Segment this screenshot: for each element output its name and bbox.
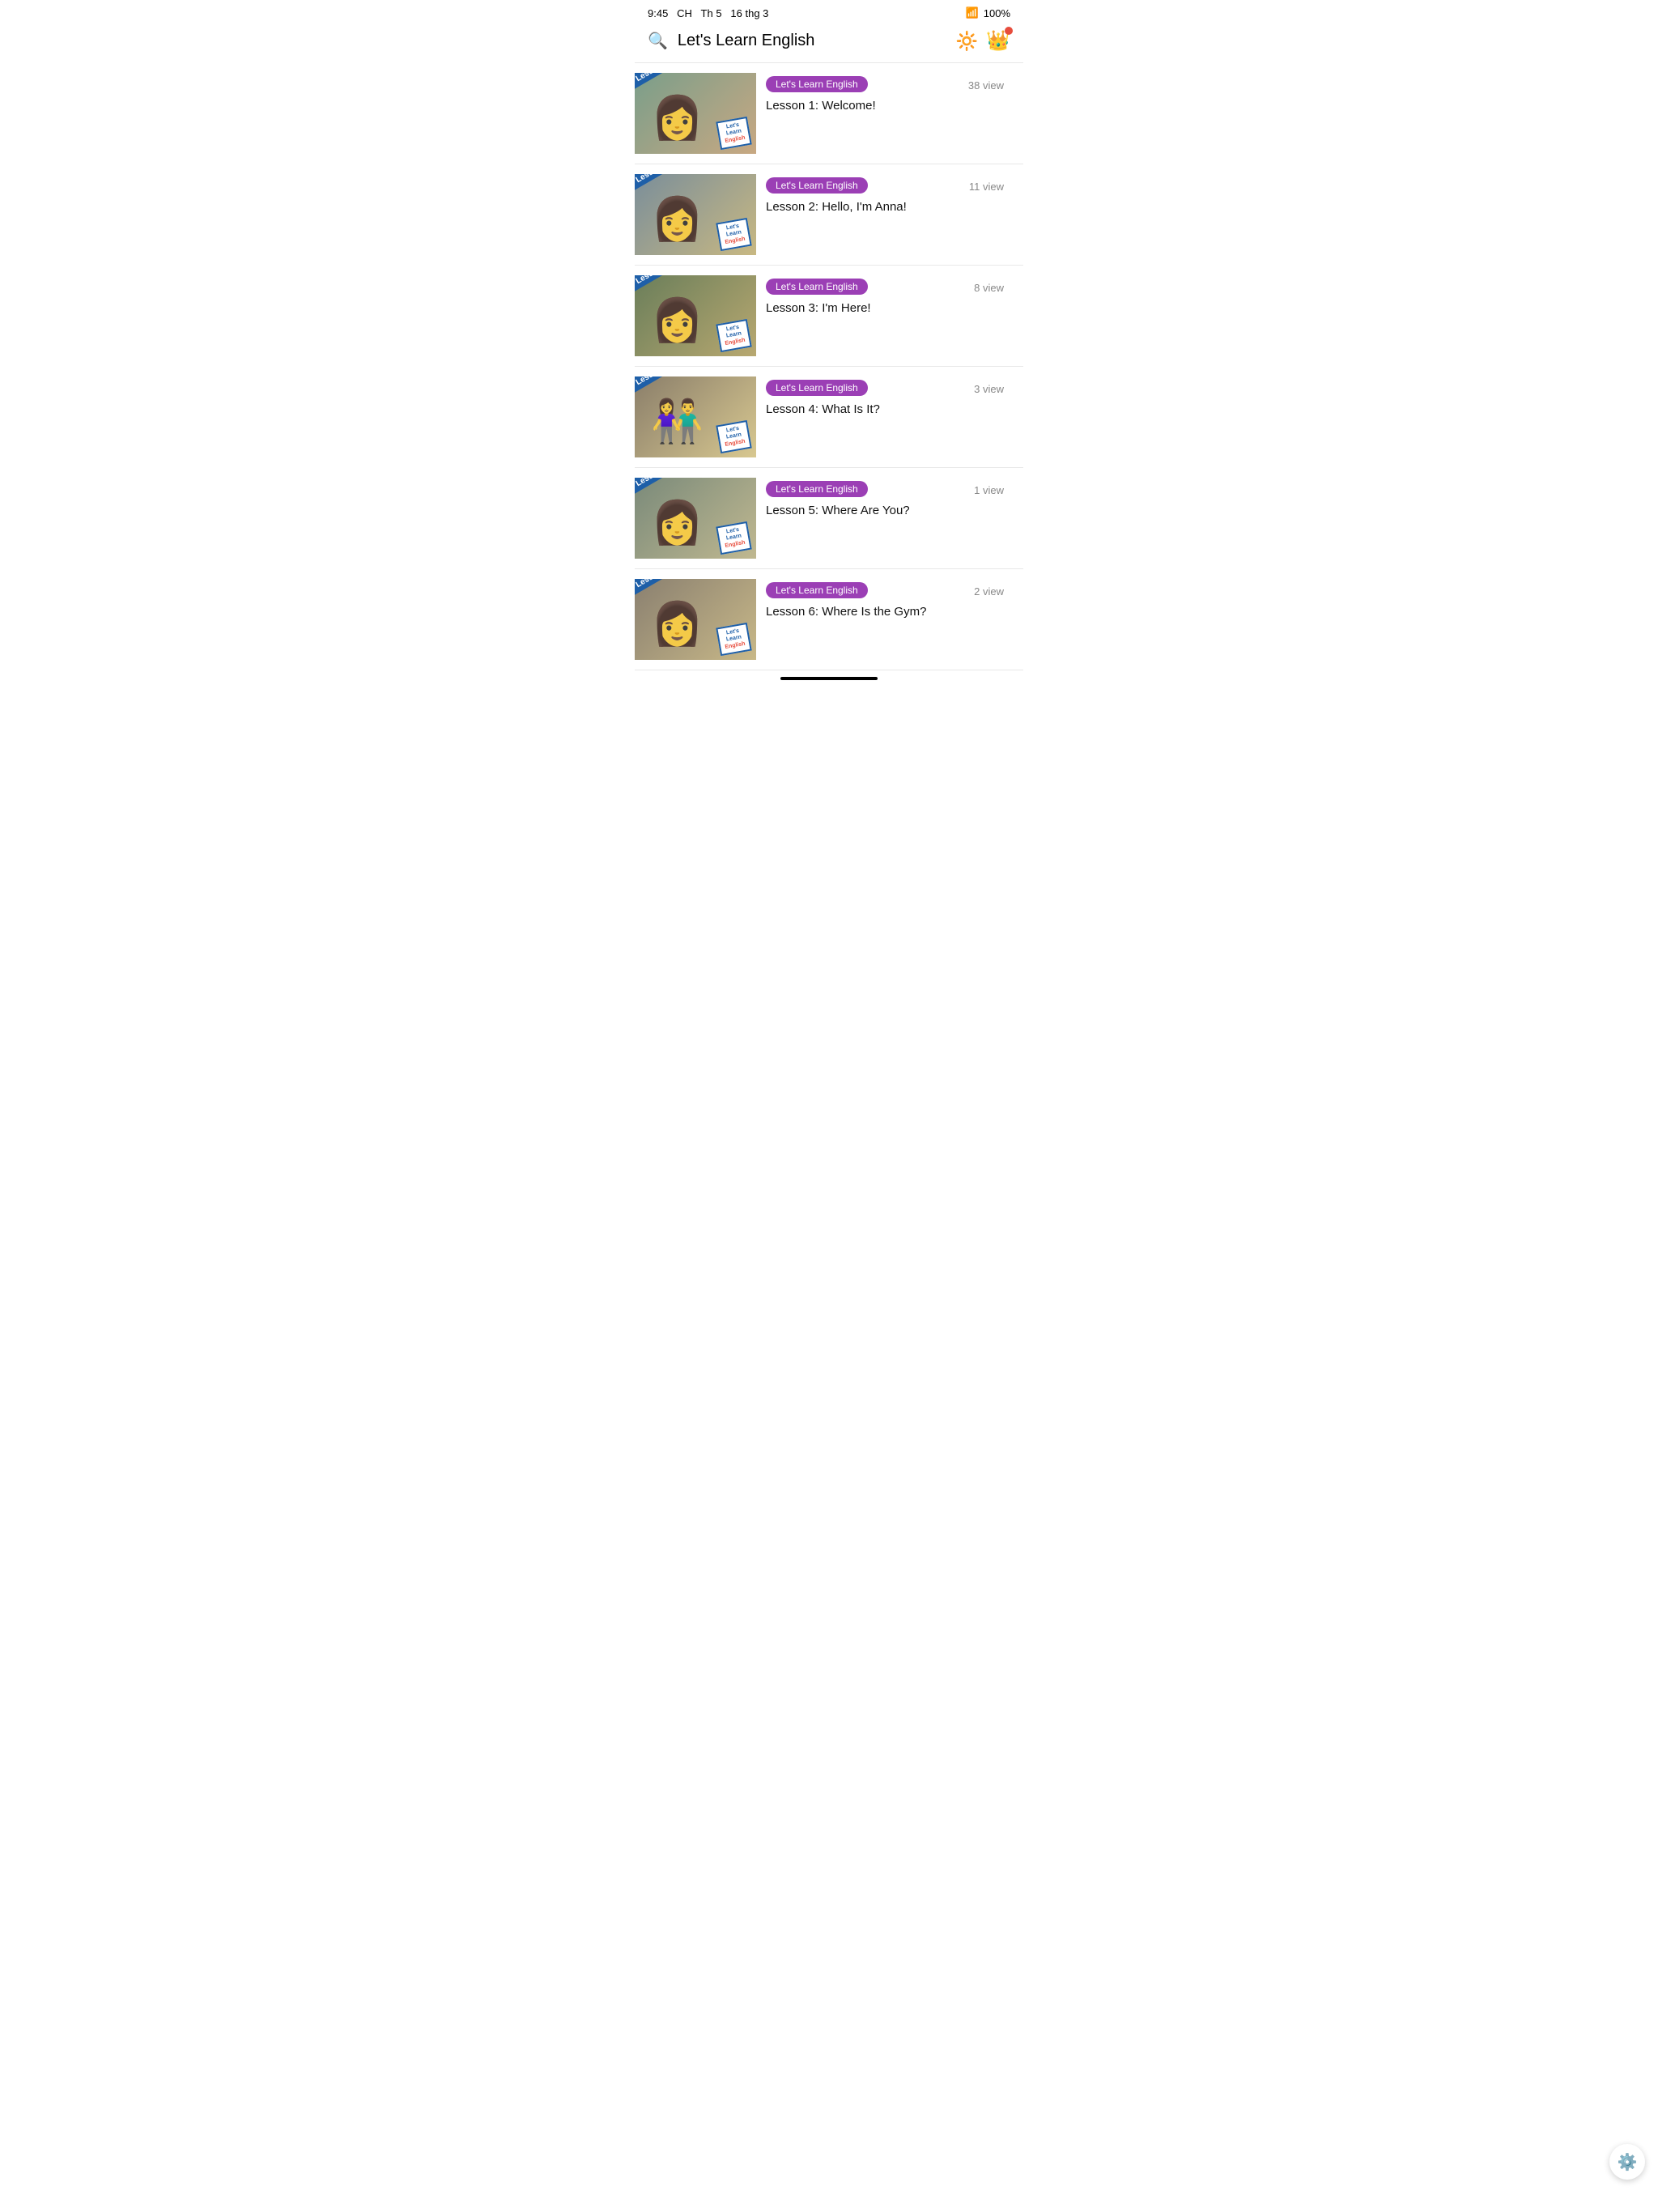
- video-meta: Let's Learn English 38 view Lesson 1: We…: [756, 73, 1023, 117]
- battery-indicator: 100%: [984, 7, 1010, 19]
- wifi-icon: 📶: [966, 6, 979, 19]
- video-meta: Let's Learn English 11 view Lesson 2: He…: [756, 174, 1023, 219]
- video-title: Lesson 5: Where Are You?: [766, 502, 1014, 519]
- search-icon[interactable]: 🔍: [648, 31, 668, 51]
- lesson-banner: Lesson 5: [635, 478, 678, 496]
- list-item[interactable]: Lesson 4 👫 Let'sLearnEnglish Let's Learn…: [635, 367, 1023, 468]
- video-thumbnail: Lesson 4 👫 Let'sLearnEnglish: [635, 376, 756, 457]
- list-item[interactable]: Lesson 2 👩 Let'sLearnEnglish Let's Learn…: [635, 164, 1023, 266]
- view-count: 38 view: [965, 76, 1014, 91]
- channel-tag: Let's Learn English: [766, 582, 868, 598]
- video-list: Lesson 1 👩 Let'sLearnEnglish Let's Learn…: [635, 63, 1023, 670]
- channel-tag: Let's Learn English: [766, 177, 868, 194]
- lesson-banner: Lesson 6: [635, 579, 678, 597]
- status-bar: 9:45 CH Th 5 16 thg 3 📶 100%: [635, 0, 1023, 23]
- video-meta: Let's Learn English 2 view Lesson 6: Whe…: [756, 579, 1023, 623]
- lesson-banner: Lesson 4: [635, 376, 678, 394]
- view-count: 11 view: [965, 177, 1014, 193]
- channel-tag: Let's Learn English: [766, 76, 868, 92]
- video-thumbnail: Lesson 3 👩 Let'sLearnEnglish: [635, 275, 756, 356]
- video-thumbnail: Lesson 6 👩 Let'sLearnEnglish: [635, 579, 756, 660]
- video-title: Lesson 6: Where Is the Gym?: [766, 603, 1014, 620]
- view-count: 3 view: [965, 380, 1014, 395]
- lesson-banner: Lesson 1: [635, 73, 678, 91]
- video-title: Lesson 3: I'm Here!: [766, 300, 1014, 317]
- lle-logo: Let'sLearnEnglish: [716, 218, 752, 251]
- view-count: 2 view: [965, 582, 1014, 598]
- brightness-icon[interactable]: 🔆: [956, 31, 978, 52]
- list-item[interactable]: Lesson 3 👩 Let'sLearnEnglish Let's Learn…: [635, 266, 1023, 367]
- video-title: Lesson 1: Welcome!: [766, 97, 1014, 114]
- settings-button[interactable]: ⚙️: [1609, 2144, 1645, 2180]
- page-title: Let's Learn English: [678, 32, 814, 50]
- video-meta: Let's Learn English 8 view Lesson 3: I'm…: [756, 275, 1023, 320]
- video-thumbnail: Lesson 5 👩 Let'sLearnEnglish: [635, 478, 756, 559]
- list-item[interactable]: Lesson 6 👩 Let'sLearnEnglish Let's Learn…: [635, 569, 1023, 670]
- video-title: Lesson 2: Hello, I'm Anna!: [766, 198, 1014, 215]
- video-title: Lesson 4: What Is It?: [766, 401, 1014, 418]
- meta-top: Let's Learn English 8 view: [766, 279, 1014, 300]
- lle-logo: Let'sLearnEnglish: [716, 117, 752, 150]
- video-meta: Let's Learn English 3 view Lesson 4: Wha…: [756, 376, 1023, 421]
- lesson-banner: Lesson 2: [635, 174, 678, 192]
- video-thumbnail: Lesson 1 👩 Let'sLearnEnglish: [635, 73, 756, 154]
- status-indicators: 📶 100%: [966, 6, 1010, 19]
- lle-logo: Let'sLearnEnglish: [716, 521, 752, 555]
- list-item[interactable]: Lesson 1 👩 Let'sLearnEnglish Let's Learn…: [635, 63, 1023, 164]
- video-meta: Let's Learn English 1 view Lesson 5: Whe…: [756, 478, 1023, 522]
- header-right: 🔆 👑: [956, 29, 1010, 53]
- meta-top: Let's Learn English 11 view: [766, 177, 1014, 198]
- crown-button[interactable]: 👑: [986, 29, 1010, 53]
- header: 🔍 Let's Learn English 🔆 👑: [635, 23, 1023, 63]
- gear-icon: ⚙️: [1618, 2152, 1638, 2172]
- meta-top: Let's Learn English 38 view: [766, 76, 1014, 97]
- lle-logo: Let'sLearnEnglish: [716, 319, 752, 352]
- lle-logo: Let'sLearnEnglish: [716, 420, 752, 453]
- crown-badge: [1005, 27, 1013, 35]
- video-thumbnail: Lesson 2 👩 Let'sLearnEnglish: [635, 174, 756, 255]
- channel-tag: Let's Learn English: [766, 481, 868, 497]
- view-count: 8 view: [965, 279, 1014, 294]
- meta-top: Let's Learn English 1 view: [766, 481, 1014, 502]
- meta-top: Let's Learn English 2 view: [766, 582, 1014, 603]
- header-left: 🔍 Let's Learn English: [648, 31, 814, 51]
- home-indicator: [780, 677, 878, 680]
- lesson-banner: Lesson 3: [635, 275, 678, 293]
- list-item[interactable]: Lesson 5 👩 Let'sLearnEnglish Let's Learn…: [635, 468, 1023, 569]
- meta-top: Let's Learn English 3 view: [766, 380, 1014, 401]
- channel-tag: Let's Learn English: [766, 279, 868, 295]
- bottom-indicator: [635, 670, 1023, 687]
- lle-logo: Let'sLearnEnglish: [716, 623, 752, 656]
- channel-tag: Let's Learn English: [766, 380, 868, 396]
- view-count: 1 view: [965, 481, 1014, 496]
- status-time: 9:45 CH Th 5 16 thg 3: [648, 7, 768, 19]
